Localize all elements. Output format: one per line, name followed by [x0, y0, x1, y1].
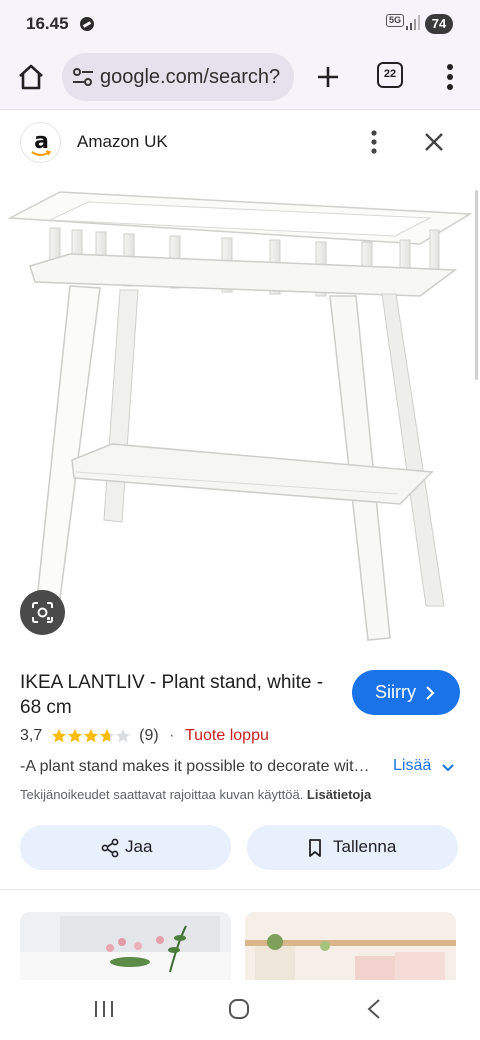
- chevron-down-icon[interactable]: [441, 762, 455, 774]
- amazon-smile-icon: [31, 150, 51, 156]
- amazon-logo[interactable]: a: [20, 122, 61, 163]
- product-title[interactable]: IKEA LANTLIV - Plant stand, white - 68 c…: [20, 670, 340, 720]
- star-rating: [51, 727, 131, 745]
- home-nav-icon[interactable]: [227, 997, 251, 1021]
- related-image-1: [20, 912, 231, 982]
- notification-icon: [80, 17, 94, 31]
- battery-indicator: 74: [425, 14, 453, 34]
- more-link[interactable]: Lisää: [393, 757, 431, 775]
- share-label: Jaa: [125, 837, 153, 856]
- star-icon: [51, 728, 66, 743]
- source-name[interactable]: Amazon UK: [77, 132, 168, 152]
- bookmark-icon: [309, 839, 321, 857]
- chevron-right-icon: [426, 686, 435, 700]
- related-image-2: [245, 912, 456, 982]
- product-description: -A plant stand makes it possible to deco…: [20, 758, 376, 775]
- back-icon[interactable]: [363, 997, 385, 1021]
- save-label: Tallenna: [333, 837, 397, 856]
- network-type: 5G: [386, 14, 405, 27]
- stock-status: Tuote loppu: [184, 727, 269, 744]
- recent-apps-icon[interactable]: [93, 998, 115, 1020]
- signal-icon: [406, 15, 420, 30]
- star-icon: [67, 728, 82, 743]
- save-button[interactable]: Tallenna: [247, 825, 458, 870]
- product-image[interactable]: [0, 174, 480, 652]
- learn-more-link[interactable]: Lisätietoja: [307, 787, 371, 802]
- copyright-text: Tekijänoikeudet saattavat rajoittaa kuva…: [20, 787, 304, 802]
- address-bar[interactable]: google.com/search?: [62, 53, 294, 101]
- more-vert-icon[interactable]: [438, 60, 462, 94]
- share-icon: [101, 838, 119, 858]
- share-button[interactable]: Jaa: [20, 825, 231, 870]
- related-image-card[interactable]: [245, 912, 456, 982]
- visit-label: Siirry: [375, 682, 416, 702]
- visit-button[interactable]: Siirry: [352, 670, 460, 715]
- review-count[interactable]: (9): [139, 727, 159, 745]
- home-icon[interactable]: [14, 60, 48, 94]
- more-vert-icon[interactable]: [362, 128, 386, 156]
- close-icon[interactable]: [420, 128, 448, 156]
- related-image-card[interactable]: [20, 912, 231, 982]
- separator: ·: [169, 727, 175, 744]
- lens-icon: [32, 602, 53, 623]
- browser-toolbar: google.com/search? 22: [0, 48, 480, 110]
- rating-row: 3,7 (9) · Tuote loppu: [20, 727, 269, 749]
- copyright-notice: Tekijänoikeudet saattavat rajoittaa kuva…: [20, 787, 371, 802]
- system-nav-bar: [0, 980, 480, 1040]
- star-icon: [83, 728, 98, 743]
- star-icon: [115, 728, 130, 743]
- scrollbar-thumb[interactable]: [475, 190, 478, 380]
- star-icon: [99, 728, 114, 743]
- status-bar: 16.45 5G 74: [0, 0, 480, 48]
- google-lens-button[interactable]: [20, 590, 65, 635]
- url-text: google.com/search?: [100, 66, 281, 88]
- source-header: a Amazon UK: [0, 110, 480, 174]
- tune-icon[interactable]: [72, 67, 94, 87]
- tab-switcher-button[interactable]: 22: [377, 62, 403, 88]
- new-tab-icon[interactable]: [311, 60, 345, 94]
- status-time: 16.45: [26, 14, 69, 33]
- rating-value: 3,7: [20, 727, 43, 744]
- divider: [0, 889, 480, 890]
